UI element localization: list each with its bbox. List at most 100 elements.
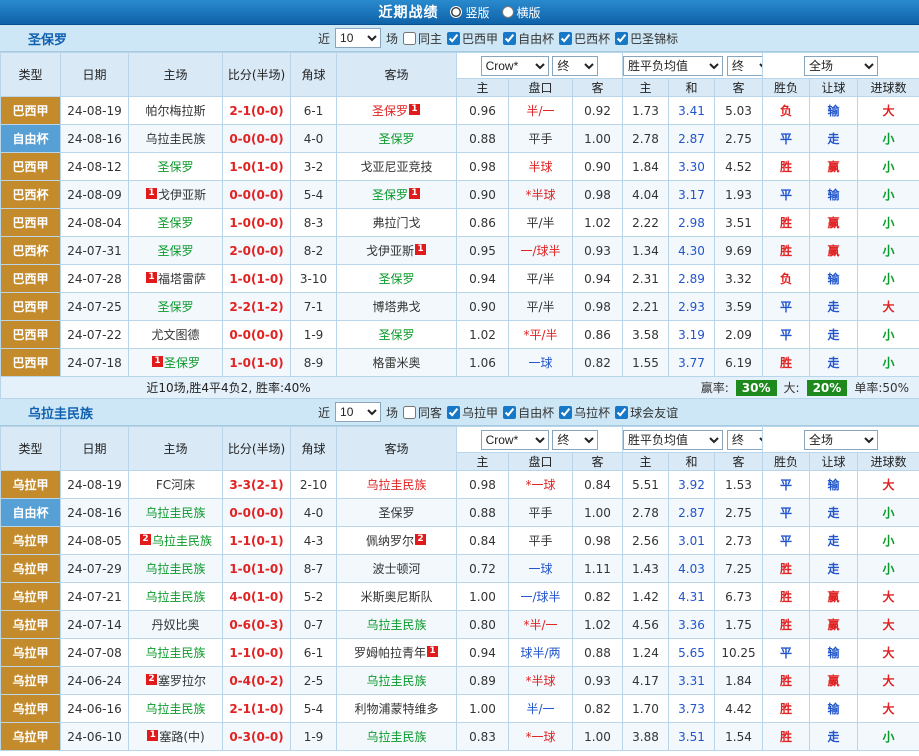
goals-ou: 大: [858, 583, 919, 611]
score: 1-0(1-0): [223, 153, 291, 181]
away-team-link[interactable]: 乌拉圭民族: [366, 730, 426, 744]
odds-source-select[interactable]: Crow*: [481, 56, 549, 76]
odds-source-select[interactable]: Crow*: [481, 430, 549, 450]
away-team-link[interactable]: 戈亚尼亚竞技: [360, 160, 432, 174]
home-team-link[interactable]: 福塔雷萨: [158, 272, 206, 286]
single-rate-value: 单率:50%: [854, 379, 909, 396]
match-count-select[interactable]: 10: [335, 28, 381, 48]
league-filter[interactable]: 巴西甲: [447, 30, 498, 47]
home-team-cell: FC河床: [129, 471, 223, 499]
league-filter-checkbox[interactable]: [615, 406, 628, 419]
win-rate-value: 30%: [736, 380, 777, 396]
league-filter[interactable]: 巴圣锦标: [615, 30, 678, 47]
away-team-link[interactable]: 弗拉门戈: [372, 216, 420, 230]
same-filter-checkbox[interactable]: [403, 32, 416, 45]
avg-state-select[interactable]: 终: [727, 430, 763, 450]
avg-type-select[interactable]: 胜平负均值: [623, 430, 723, 450]
home-team-link[interactable]: 戈伊亚斯: [158, 188, 206, 202]
away-team-link[interactable]: 波士顿河: [372, 562, 420, 576]
away-team-link[interactable]: 圣保罗: [372, 188, 408, 202]
result-wdl: 平: [763, 181, 810, 209]
league-filter-checkbox[interactable]: [503, 32, 516, 45]
home-team-link[interactable]: 乌拉圭民族: [145, 590, 205, 604]
away-team-link[interactable]: 圣保罗: [378, 272, 414, 286]
home-team-link[interactable]: 圣保罗: [157, 160, 193, 174]
league-filter[interactable]: 乌拉甲: [447, 404, 498, 421]
home-team-link[interactable]: 乌拉圭民族: [145, 132, 205, 146]
league-filter-checkbox[interactable]: [559, 406, 572, 419]
away-team-link[interactable]: 圣保罗: [378, 506, 414, 520]
odds-state-select[interactable]: 终: [552, 430, 598, 450]
home-team-link[interactable]: 尤文图德: [151, 328, 199, 342]
away-team-link[interactable]: 乌拉圭民族: [366, 674, 426, 688]
home-team-link[interactable]: 乌拉圭民族: [145, 562, 205, 576]
away-team-link[interactable]: 乌拉圭民族: [366, 618, 426, 632]
away-team-link[interactable]: 博塔弗戈: [372, 300, 420, 314]
scope-select[interactable]: 全场: [804, 56, 878, 76]
home-team-link[interactable]: 塞罗拉尔: [158, 674, 206, 688]
handicap-line: *一球: [509, 723, 573, 751]
away-team-cell: 圣保罗1: [337, 181, 457, 209]
league-filter-checkbox[interactable]: [615, 32, 628, 45]
league-filter-checkbox[interactable]: [503, 406, 516, 419]
avg-draw-value: 3.30: [669, 153, 715, 181]
league-filter-checkbox[interactable]: [447, 32, 460, 45]
league-filter[interactable]: 自由杯: [503, 30, 554, 47]
avg-draw-value: 3.73: [669, 695, 715, 723]
scope-select[interactable]: 全场: [804, 430, 878, 450]
away-team-link[interactable]: 乌拉圭民族: [366, 478, 426, 492]
home-team-link[interactable]: 圣保罗: [157, 244, 193, 258]
away-team-link[interactable]: 圣保罗: [372, 104, 408, 118]
home-team-link[interactable]: 丹奴比奥: [151, 618, 199, 632]
score: 3-3(2-1): [223, 471, 291, 499]
away-team-link[interactable]: 罗姆帕拉青年: [354, 646, 426, 660]
home-team-link[interactable]: 乌拉圭民族: [145, 506, 205, 520]
vertical-radio[interactable]: [450, 6, 462, 18]
horizontal-radio[interactable]: [502, 6, 514, 18]
same-venue-filter[interactable]: 同客: [403, 404, 442, 421]
away-team-link[interactable]: 米斯奥尼斯队: [360, 590, 432, 604]
away-team-cell: 戈亚尼亚竞技: [337, 153, 457, 181]
handicap-line: 半/一: [509, 97, 573, 125]
home-team-link[interactable]: 乌拉圭民族: [145, 702, 205, 716]
avg-state-select[interactable]: 终: [727, 56, 763, 76]
home-team-link[interactable]: 圣保罗: [157, 300, 193, 314]
league-filter[interactable]: 乌拉杯: [559, 404, 610, 421]
league-filter[interactable]: 球会友谊: [615, 404, 678, 421]
handicap-result: 赢: [810, 209, 858, 237]
league-filter[interactable]: 巴西杯: [559, 30, 610, 47]
goals-ou: 小: [858, 237, 919, 265]
match-date: 24-07-28: [61, 265, 129, 293]
result-wdl: 胜: [763, 153, 810, 181]
home-team-link[interactable]: 乌拉圭民族: [152, 534, 212, 548]
layout-option-vertical[interactable]: 竖版: [450, 4, 489, 21]
layout-option-horizontal[interactable]: 横版: [502, 4, 541, 21]
goals-ou: 大: [858, 611, 919, 639]
result-wdl: 平: [763, 499, 810, 527]
home-team-link[interactable]: FC河床: [156, 478, 195, 492]
home-team-link[interactable]: 乌拉圭民族: [145, 646, 205, 660]
league-filter-checkbox[interactable]: [559, 32, 572, 45]
home-team-link[interactable]: 塞路(中): [159, 730, 204, 744]
odds-state-select[interactable]: 终: [552, 56, 598, 76]
league-filter[interactable]: 自由杯: [503, 404, 554, 421]
away-team-link[interactable]: 圣保罗: [378, 132, 414, 146]
away-team-link[interactable]: 圣保罗: [378, 328, 414, 342]
match-date: 24-08-19: [61, 471, 129, 499]
avg-draw-value: 4.31: [669, 583, 715, 611]
same-filter-checkbox[interactable]: [403, 406, 416, 419]
away-team-link[interactable]: 戈伊亚斯: [366, 244, 414, 258]
avg-type-select[interactable]: 胜平负均值: [623, 56, 723, 76]
team-name-link[interactable]: 圣保罗: [28, 29, 67, 48]
away-team-link[interactable]: 佩纳罗尔: [366, 534, 414, 548]
team-name-link[interactable]: 乌拉圭民族: [28, 403, 93, 422]
league-filter-checkbox[interactable]: [447, 406, 460, 419]
match-count-select[interactable]: 10: [335, 402, 381, 422]
away-team-link[interactable]: 利物浦蒙特维多: [354, 702, 438, 716]
result-wdl: 胜: [763, 209, 810, 237]
home-team-link[interactable]: 帕尔梅拉斯: [145, 104, 205, 118]
home-team-link[interactable]: 圣保罗: [164, 356, 200, 370]
home-team-link[interactable]: 圣保罗: [157, 216, 193, 230]
away-team-link[interactable]: 格雷米奥: [372, 356, 420, 370]
same-venue-filter[interactable]: 同主: [403, 30, 442, 47]
